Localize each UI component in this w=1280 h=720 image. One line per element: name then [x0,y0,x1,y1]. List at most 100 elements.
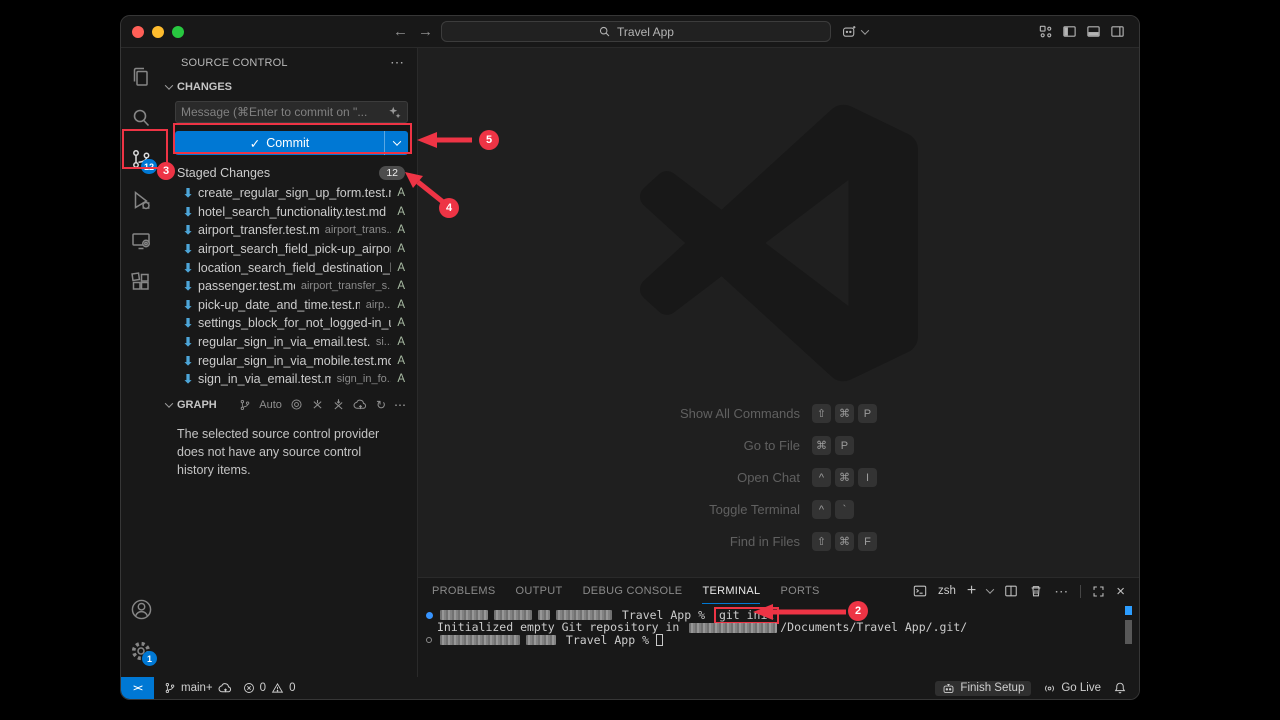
markdown-file-icon: ⬇ [183,205,198,219]
graph-more-icon[interactable]: ⋯ [394,398,407,412]
error-count: 0 [260,682,266,694]
finish-setup-button[interactable]: Finish Setup [935,681,1031,696]
markdown-file-icon: ⬇ [183,316,198,330]
scm-file-row[interactable]: ⬇passenger.test.mdairport_transfer_s...A [161,277,417,296]
redacted-text [526,635,556,645]
run-debug-icon [129,188,153,212]
git-status-added: A [391,243,405,255]
keycap: ⌘ [835,532,854,551]
refresh-icon[interactable]: ↻ [376,398,386,412]
notifications-bell-icon[interactable] [1113,681,1127,695]
remote-explorer-icon [129,229,153,253]
nav-back-icon[interactable]: ← [393,23,408,40]
file-name-label: passenger.test.md [198,279,295,293]
fetch-icon[interactable] [311,398,324,411]
keycap: ` [835,500,854,519]
markdown-file-icon: ⬇ [183,279,198,293]
go-live-button[interactable]: Go Live [1043,682,1101,695]
close-window-button[interactable] [132,26,144,38]
pull-icon[interactable] [332,398,345,411]
activity-account[interactable] [121,589,161,630]
scm-file-row[interactable]: ⬇hotel_search_functionality.test.mdA [161,203,417,222]
toggle-panel-icon[interactable] [1086,24,1101,39]
panel-tab-terminal[interactable]: TERMINAL [702,578,760,604]
activity-explorer[interactable] [121,56,161,97]
scm-file-row[interactable]: ⬇regular_sign_in_via_mobile.test.md...A [161,351,417,370]
keycap: ^ [812,468,831,487]
sparkle-icon[interactable] [388,105,402,119]
file-name-label: airport_transfer.test.md [198,223,319,237]
terminal-shell-icon [913,584,927,598]
graph-section-header[interactable]: GRAPH Auto ↻ ⋯ [161,395,417,415]
maximize-panel-icon[interactable] [1092,585,1105,598]
problems-status-item[interactable]: 0 0 [243,682,296,694]
new-terminal-button[interactable]: + [967,582,976,600]
settings-badge: 1 [142,651,157,666]
redacted-text [689,623,777,633]
redacted-text [494,610,532,620]
minimize-window-button[interactable] [152,26,164,38]
copilot-menu-button[interactable] [841,23,868,40]
branch-icon[interactable] [239,399,251,411]
terminal-content[interactable]: Travel App % git initInitialized empty G… [418,604,1139,677]
activity-settings[interactable]: 1 [121,630,161,671]
branch-status-item[interactable]: main+ [164,682,233,694]
zoom-window-button[interactable] [172,26,184,38]
shortcut-label: Open Chat [680,470,800,485]
chevron-down-icon [165,399,173,407]
split-terminal-icon[interactable] [1004,584,1018,598]
search-icon [598,25,611,38]
cloud-icon[interactable] [353,398,368,411]
commit-message-input[interactable] [181,105,388,119]
shortcut-keys: ⇧⌘F [812,532,877,551]
activity-extensions[interactable] [121,261,161,302]
broadcast-icon [1043,682,1056,695]
kill-terminal-trash-icon[interactable] [1029,584,1043,598]
toggle-secondary-sidebar-icon[interactable] [1110,24,1125,39]
keycap: ⇧ [812,404,831,423]
terminal-scrollbar-thumb[interactable] [1125,620,1132,644]
scm-file-row[interactable]: ⬇airport_transfer.test.mdairport_trans..… [161,221,417,240]
commit-message-box [175,101,408,123]
remote-indicator-button[interactable]: >< [121,677,154,699]
customize-layout-icon[interactable] [1038,24,1053,39]
scm-file-row[interactable]: ⬇create_regular_sign_up_form.test.mdA [161,184,417,203]
toggle-primary-sidebar-icon[interactable] [1062,24,1077,39]
scm-file-row[interactable]: ⬇pick-up_date_and_time.test.mdairp...A [161,296,417,315]
bottom-panel: PROBLEMS OUTPUT DEBUG CONSOLE TERMINAL PORTS… [418,577,1139,677]
activity-run-debug[interactable] [121,179,161,220]
scm-file-row[interactable]: ⬇settings_block_for_not_logged-in_u...A [161,314,417,333]
panel-tab-debug-console[interactable]: DEBUG CONSOLE [583,578,683,604]
staged-changes-header[interactable]: Staged Changes 12 [161,164,417,182]
terminal-line-gutter [426,612,437,619]
file-name-label: airport_search_field_pick-up_airpor... [198,242,391,256]
activity-remote-explorer[interactable] [121,220,161,261]
setup-robot-icon [942,682,955,695]
panel-tab-ports[interactable]: PORTS [780,578,819,604]
terminal-line: Initialized empty Git repository in /Doc… [426,622,1119,635]
panel-tab-output[interactable]: OUTPUT [516,578,563,604]
graph-auto-label[interactable]: Auto [259,399,282,411]
target-icon[interactable] [290,398,303,411]
divider [1080,585,1081,598]
scm-file-row[interactable]: ⬇location_search_field_destination_l...A [161,258,417,277]
file-name-label: regular_sign_in_via_mobile.test.md... [198,354,391,368]
scm-file-row[interactable]: ⬇regular_sign_in_via_email.test.mdsi...A [161,333,417,352]
panel-more-actions-icon[interactable]: ⋯ [1054,583,1069,600]
terminal-line-gutter [426,637,437,643]
close-panel-icon[interactable]: × [1116,583,1125,600]
scm-file-row[interactable]: ⬇sign_in_via_email.test.mdsign_in_fo...A [161,370,417,389]
git-status-added: A [391,206,405,218]
editor-watermark-area: Show All Commands⇧⌘PGo to File⌘POpen Cha… [418,48,1139,577]
nav-forward-icon[interactable]: → [418,23,433,40]
more-actions-icon[interactable]: ⋯ [390,54,405,71]
publish-cloud-icon [218,682,233,694]
command-center-search[interactable]: Travel App [441,21,831,42]
shortcut-label: Toggle Terminal [680,502,800,517]
panel-tab-problems[interactable]: PROBLEMS [432,578,496,604]
status-bar: >< main+ 0 0 Finish Setup Go [121,677,1139,699]
redacted-text [556,610,612,620]
changes-section-header[interactable]: CHANGES [161,77,417,96]
terminal-dropdown-icon[interactable] [986,585,994,593]
scm-file-row[interactable]: ⬇airport_search_field_pick-up_airpor...A [161,240,417,259]
